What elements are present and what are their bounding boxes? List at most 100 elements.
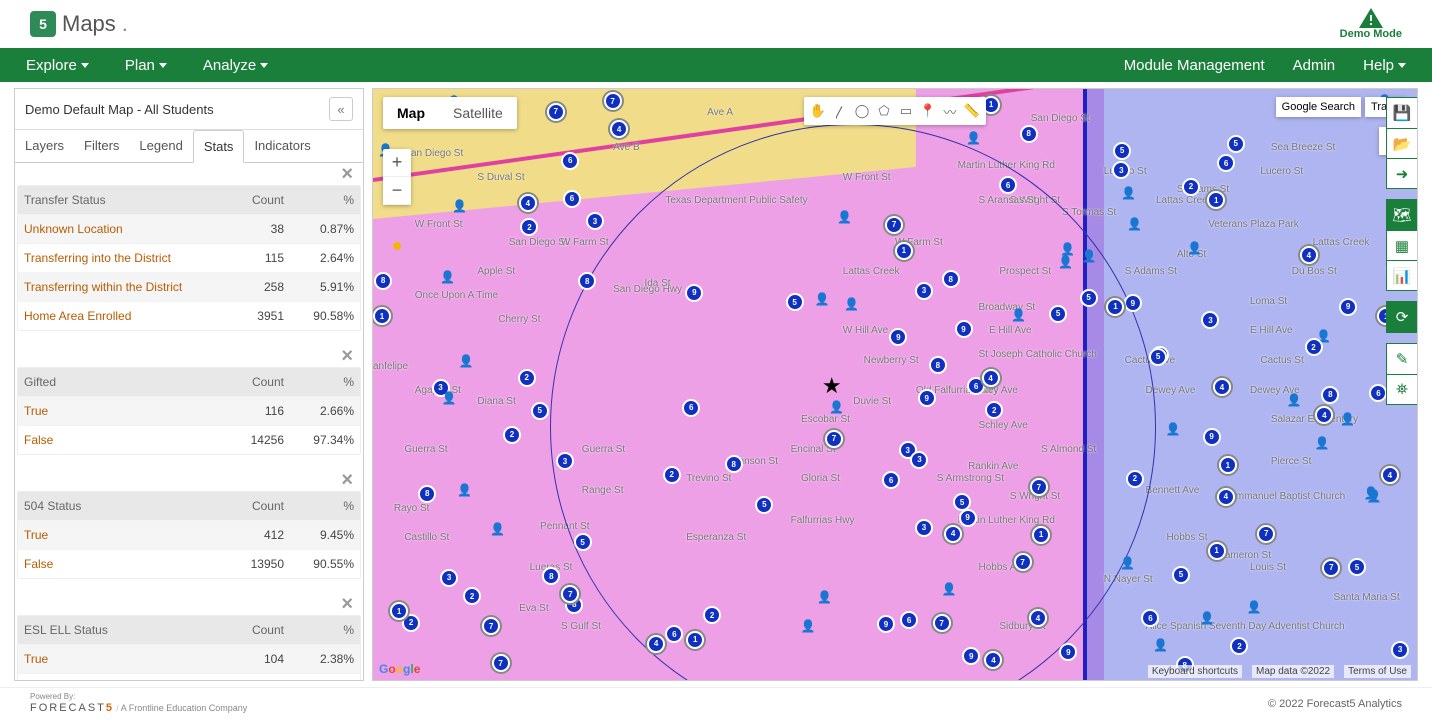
- cluster-marker-icon[interactable]: 4: [982, 369, 1000, 387]
- cluster-marker-icon[interactable]: 4: [984, 651, 1002, 669]
- cluster-marker-icon[interactable]: 7: [1257, 525, 1275, 543]
- cluster-marker-icon[interactable]: 5: [1049, 305, 1067, 323]
- nav-analyze[interactable]: Analyze: [203, 57, 268, 74]
- draw-circle-icon[interactable]: ◯: [851, 100, 873, 122]
- cluster-marker-icon[interactable]: 6: [665, 625, 683, 643]
- cluster-marker-icon[interactable]: 4: [1029, 609, 1047, 627]
- cluster-marker-icon[interactable]: 9: [877, 615, 895, 633]
- stat-row[interactable]: True1162.66%: [18, 396, 360, 425]
- cluster-marker-icon[interactable]: 9: [685, 284, 703, 302]
- cluster-marker-icon[interactable]: 4: [944, 525, 962, 543]
- student-marker-icon[interactable]: 👤: [452, 199, 467, 213]
- cluster-marker-icon[interactable]: 9: [1124, 294, 1142, 312]
- cluster-marker-icon[interactable]: 8: [1321, 386, 1339, 404]
- student-marker-icon[interactable]: 👤: [829, 400, 844, 414]
- nav-module-management[interactable]: Module Management: [1124, 57, 1265, 74]
- stat-group-close[interactable]: ×: [17, 597, 361, 615]
- tab-layers[interactable]: Layers: [15, 130, 74, 162]
- cluster-marker-icon[interactable]: 2: [520, 218, 538, 236]
- nav-help[interactable]: Help: [1363, 57, 1406, 74]
- cluster-marker-icon[interactable]: 8: [1020, 125, 1038, 143]
- stat-group-close[interactable]: ×: [17, 349, 361, 367]
- student-marker-icon[interactable]: 👤: [801, 619, 816, 633]
- cluster-marker-icon[interactable]: 2: [1230, 637, 1248, 655]
- cluster-marker-icon[interactable]: 5: [1227, 135, 1245, 153]
- cluster-marker-icon[interactable]: 4: [519, 194, 537, 212]
- student-marker-icon[interactable]: 👤: [1199, 611, 1214, 625]
- cluster-marker-icon[interactable]: 7: [547, 103, 565, 121]
- stat-row[interactable]: True4129.45%: [18, 520, 360, 549]
- stat-row[interactable]: Home Area Enrolled395190.58%: [18, 301, 360, 330]
- cluster-marker-icon[interactable]: 9: [962, 647, 980, 665]
- cluster-marker-icon[interactable]: 8: [578, 272, 596, 290]
- cluster-marker-icon[interactable]: 4: [1381, 466, 1399, 484]
- student-marker-icon[interactable]: 👤: [459, 354, 474, 368]
- cluster-marker-icon[interactable]: 7: [1322, 559, 1340, 577]
- student-marker-icon[interactable]: 👤: [490, 522, 505, 536]
- cluster-marker-icon[interactable]: 6: [882, 471, 900, 489]
- student-marker-icon[interactable]: 👤: [837, 210, 852, 224]
- save-icon[interactable]: 💾: [1387, 98, 1417, 128]
- student-marker-icon[interactable]: 👤: [1082, 249, 1097, 263]
- cluster-marker-icon[interactable]: 2: [503, 426, 521, 444]
- tab-indicators[interactable]: Indicators: [244, 130, 320, 162]
- cluster-marker-icon[interactable]: 1: [1208, 542, 1226, 560]
- cluster-marker-icon[interactable]: 7: [885, 216, 903, 234]
- zoom-out-button[interactable]: −: [383, 177, 411, 205]
- cluster-marker-icon[interactable]: 8: [418, 485, 436, 503]
- student-marker-icon[interactable]: 👤: [440, 270, 455, 284]
- tab-stats[interactable]: Stats: [193, 130, 245, 163]
- cluster-marker-icon[interactable]: 3: [1201, 311, 1219, 329]
- cluster-marker-icon[interactable]: 2: [703, 606, 721, 624]
- student-marker-icon[interactable]: 👤: [1058, 255, 1073, 269]
- cluster-marker-icon[interactable]: 2: [1182, 178, 1200, 196]
- draw-marker-icon[interactable]: 📍: [917, 100, 939, 122]
- cluster-marker-icon[interactable]: 7: [825, 430, 843, 448]
- cluster-marker-icon[interactable]: 1: [1219, 456, 1237, 474]
- map-view-icon[interactable]: 🗺: [1387, 200, 1417, 230]
- cluster-marker-icon[interactable]: 5: [1080, 289, 1098, 307]
- cluster-marker-icon[interactable]: 4: [1315, 406, 1333, 424]
- stat-row[interactable]: Unknown Location380.87%: [18, 214, 360, 243]
- stat-group-close[interactable]: ×: [17, 167, 361, 185]
- cluster-marker-icon[interactable]: 4: [1217, 488, 1235, 506]
- cluster-marker-icon[interactable]: 8: [942, 270, 960, 288]
- cluster-marker-icon[interactable]: 1: [1207, 191, 1225, 209]
- nav-admin[interactable]: Admin: [1293, 57, 1336, 74]
- cluster-marker-icon[interactable]: 6: [1217, 154, 1235, 172]
- map-canvas[interactable]: Ave AAve BS Duval StW Front StW Front St…: [372, 88, 1418, 681]
- cluster-marker-icon[interactable]: 3: [1112, 161, 1130, 179]
- cluster-marker-icon[interactable]: 5: [1348, 558, 1366, 576]
- cluster-marker-icon[interactable]: 8: [374, 272, 392, 290]
- cluster-marker-icon[interactable]: 5: [574, 533, 592, 551]
- draw-rectangle-icon[interactable]: ▭: [895, 100, 917, 122]
- cluster-marker-icon[interactable]: 6: [563, 190, 581, 208]
- cluster-marker-icon[interactable]: 8: [929, 356, 947, 374]
- edit-icon[interactable]: ✎: [1387, 344, 1417, 374]
- student-marker-icon[interactable]: 👤: [1315, 436, 1330, 450]
- cluster-marker-icon[interactable]: 4: [647, 635, 665, 653]
- cluster-marker-icon[interactable]: 1: [1032, 526, 1050, 544]
- draw-polygon-icon[interactable]: ⬠: [873, 100, 895, 122]
- cluster-marker-icon[interactable]: 1: [895, 242, 913, 260]
- stat-row[interactable]: True1042.38%: [18, 644, 360, 673]
- google-search-button[interactable]: Google Search: [1276, 97, 1361, 117]
- cluster-marker-icon[interactable]: 7: [933, 614, 951, 632]
- map-type-map[interactable]: Map: [383, 97, 439, 129]
- sidebar-collapse-button[interactable]: «: [329, 97, 353, 121]
- student-marker-icon[interactable]: 👤: [1166, 422, 1181, 436]
- cluster-marker-icon[interactable]: 6: [999, 176, 1017, 194]
- student-marker-icon[interactable]: 👤: [1153, 638, 1168, 652]
- cluster-marker-icon[interactable]: 6: [1141, 609, 1159, 627]
- cluster-marker-icon[interactable]: 7: [1014, 553, 1032, 571]
- cluster-marker-icon[interactable]: 3: [586, 212, 604, 230]
- cluster-marker-icon[interactable]: 2: [663, 466, 681, 484]
- terms-link[interactable]: Terms of Use: [1344, 665, 1411, 678]
- student-marker-icon[interactable]: 👤: [817, 590, 832, 604]
- student-marker-icon[interactable]: 👤: [844, 297, 859, 311]
- cluster-marker-icon[interactable]: 9: [918, 389, 936, 407]
- cluster-marker-icon[interactable]: 4: [1213, 378, 1231, 396]
- cluster-marker-icon[interactable]: 5: [1113, 142, 1131, 160]
- cluster-marker-icon[interactable]: 9: [955, 320, 973, 338]
- cluster-marker-icon[interactable]: 5: [786, 293, 804, 311]
